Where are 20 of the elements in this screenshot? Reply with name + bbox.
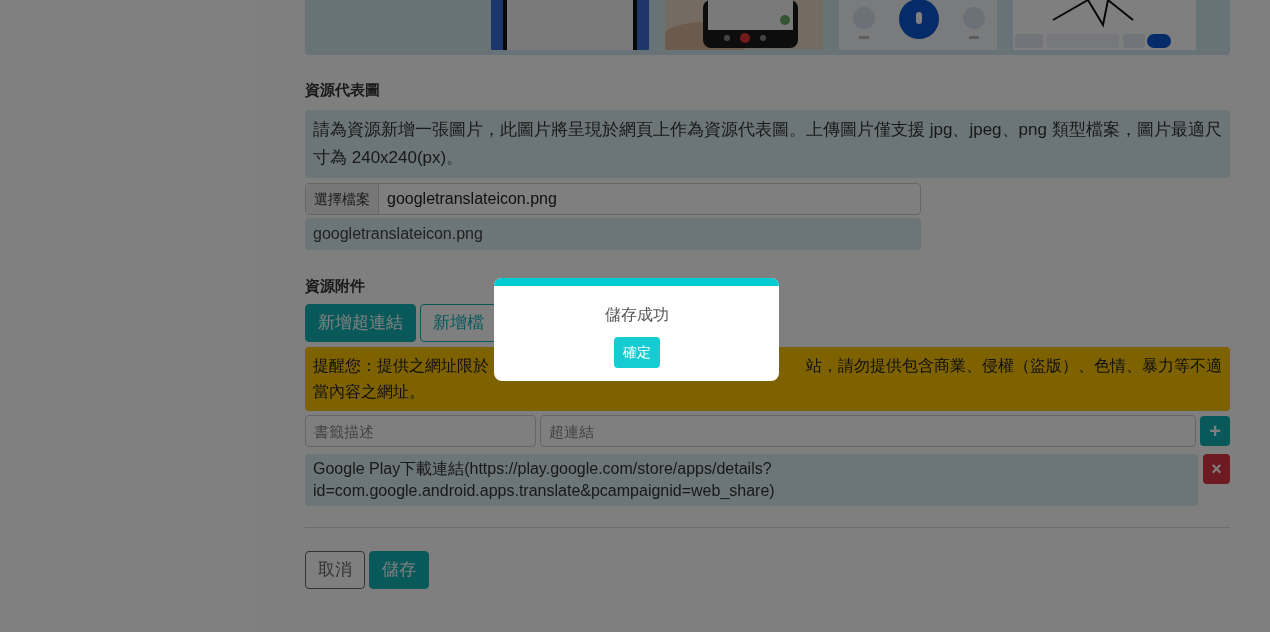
file-input[interactable]: 選擇檔案 googletranslateicon.png bbox=[305, 182, 921, 215]
warning-text: 提醒您：提供之網址限於 bbox=[313, 356, 489, 376]
choose-file-button[interactable]: 選擇檔案 bbox=[306, 183, 379, 214]
save-button[interactable]: 儲存 bbox=[369, 551, 429, 589]
section-heading: 資源代表圖 bbox=[305, 80, 380, 100]
file-name: googletranslateicon.png bbox=[386, 188, 558, 209]
section-heading: 資源附件 bbox=[305, 275, 365, 296]
confirm-button[interactable]: 確定 bbox=[613, 337, 660, 368]
warning-text: 當內容之網址。 bbox=[313, 382, 425, 402]
link-field[interactable]: 超連結 bbox=[540, 415, 1196, 447]
tab[interactable]: 新增超連結 bbox=[305, 304, 416, 342]
remove-button[interactable]: × bbox=[1203, 454, 1230, 484]
cancel-button[interactable]: 取消 bbox=[305, 551, 365, 589]
dialog-message: 儲存成功 bbox=[604, 305, 669, 325]
link-item: Google Play下載連結(https://play.google.com/store/apps/details?id=com.google.android.apps.translate&pcampaignid=web_share) bbox=[305, 454, 1198, 506]
uploaded-file-name: googletranslateicon.png bbox=[305, 217, 921, 250]
add-button[interactable]: + bbox=[1200, 416, 1230, 446]
help-text: 請為資源新增一張圖片，此圖片將呈現於網頁上作為資源代表圖。上傳圖片僅支援 jpg、jpeg、png 類型檔案，圖片最適尺寸為 240x240(px)。 bbox=[305, 109, 1230, 178]
description-field[interactable]: 書籤描述 bbox=[305, 415, 536, 447]
warning-text: 站，請勿提供包含商業、侵權（盜版）、色情、暴力等不適 bbox=[806, 356, 1222, 376]
